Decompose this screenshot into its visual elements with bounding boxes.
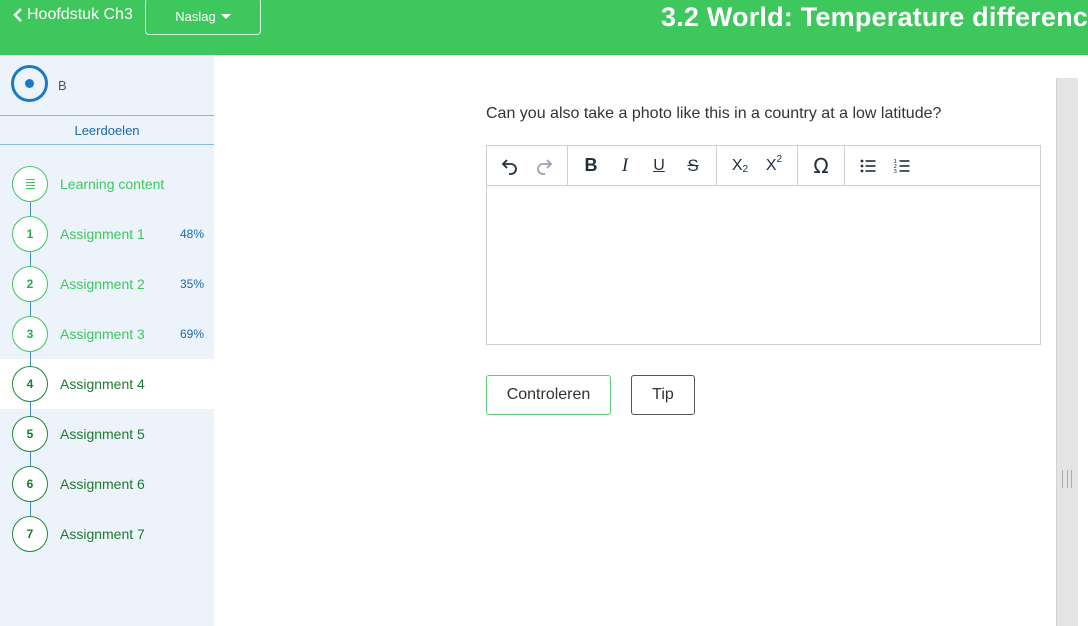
- superscript-button[interactable]: X2: [757, 150, 791, 182]
- naslag-dropdown-button[interactable]: Naslag: [145, 0, 261, 35]
- user-radio-icon: [11, 65, 48, 102]
- nav-label: Assignment 3: [60, 326, 145, 342]
- nav-label: Assignment 1: [60, 226, 145, 242]
- nav-item-assignment-5[interactable]: 5 Assignment 5: [0, 409, 214, 466]
- subscript-icon: X: [731, 156, 743, 174]
- check-answer-button[interactable]: Controleren: [486, 375, 611, 415]
- nav-badge: 2: [12, 266, 48, 302]
- nav-connector: [29, 452, 31, 466]
- nav-label: Assignment 7: [60, 526, 145, 542]
- nav-label: Assignment 6: [60, 476, 145, 492]
- numbered-list-icon: 1 2 3: [894, 159, 910, 175]
- superscript-icon: X: [765, 156, 777, 174]
- assignment-nav: Learning content 1 Assignment 1 48% 2 As…: [0, 159, 214, 559]
- nav-connector: [29, 302, 31, 316]
- superscript-suffix: 2: [776, 154, 783, 165]
- document-icon: [25, 177, 35, 191]
- nav-item-assignment-2[interactable]: 2 Assignment 2 35%: [0, 259, 214, 316]
- redo-icon: [537, 158, 553, 175]
- back-link-label: Hoofdstuk Ch3: [27, 6, 133, 23]
- list-group: 1 2 3: [845, 146, 925, 185]
- top-header: Hoofdstuk Ch3 Naslag 3.2 World: Temperat…: [0, 0, 1088, 55]
- nav-label: Assignment 5: [60, 426, 145, 442]
- italic-button[interactable]: I: [608, 150, 642, 182]
- nav-percent: 48%: [179, 227, 204, 241]
- format-group: B I U S: [568, 146, 717, 185]
- undo-icon: [501, 158, 517, 175]
- nav-item-assignment-6[interactable]: 6 Assignment 6: [0, 459, 214, 516]
- nav-badge: 5: [12, 416, 48, 452]
- leerdoelen-link[interactable]: Leerdoelen: [0, 115, 214, 145]
- numbered-list-button[interactable]: 1 2 3: [885, 150, 919, 182]
- nav-badge: 6: [12, 466, 48, 502]
- nav-label: Assignment 2: [60, 276, 145, 292]
- subscript-button[interactable]: X2: [723, 150, 757, 182]
- nav-percent: 69%: [179, 327, 204, 341]
- editor-toolbar: B I U S X2 X2 Ω 1 2 3: [487, 146, 1040, 186]
- nav-item-learning-content[interactable]: Learning content: [0, 159, 214, 216]
- side-panel-edge: [1078, 78, 1088, 626]
- bullet-list-button[interactable]: [851, 150, 885, 182]
- nav-item-assignment-4[interactable]: 4 Assignment 4: [0, 359, 214, 416]
- nav-connector: [29, 202, 31, 216]
- underline-button[interactable]: U: [642, 150, 676, 182]
- side-panel-collapsed: [1056, 78, 1088, 626]
- rich-text-editor: B I U S X2 X2 Ω 1 2 3: [486, 145, 1041, 345]
- strikethrough-button[interactable]: S: [676, 150, 710, 182]
- nav-badge: [12, 166, 48, 202]
- subscript-suffix: 2: [742, 164, 749, 175]
- sidebar: B Leerdoelen Learning content 1 Assignme…: [0, 55, 214, 626]
- nav-label: Learning content: [60, 176, 165, 192]
- bold-button[interactable]: B: [574, 150, 608, 182]
- nav-badge: 4: [12, 366, 48, 402]
- undo-button[interactable]: [493, 150, 527, 182]
- page-title: 3.2 World: Temperature differences: [661, 2, 1088, 32]
- nav-connector: [29, 252, 31, 266]
- nav-badge: 7: [12, 516, 48, 552]
- nav-percent: 35%: [179, 277, 204, 291]
- naslag-label: Naslag: [175, 9, 216, 24]
- bullet-list-icon: [860, 159, 876, 172]
- question-text: Can you also take a photo like this in a…: [486, 105, 942, 122]
- nav-item-assignment-3[interactable]: 3 Assignment 3 69%: [0, 309, 214, 366]
- caret-down-icon: [220, 14, 231, 19]
- special-char-group: Ω: [798, 146, 845, 185]
- user-row: B: [0, 55, 214, 115]
- nav-badge: 3: [12, 316, 48, 352]
- user-name: B: [58, 78, 67, 93]
- nav-badge: 1: [12, 216, 48, 252]
- tip-button[interactable]: Tip: [631, 375, 695, 415]
- chevron-left-icon: [13, 8, 22, 22]
- back-to-chapter-link[interactable]: Hoofdstuk Ch3: [12, 6, 133, 24]
- history-group: [487, 146, 568, 185]
- nav-item-assignment-7[interactable]: 7 Assignment 7: [0, 509, 214, 559]
- nav-label: Assignment 4: [60, 376, 145, 392]
- resize-grip-icon[interactable]: [1062, 470, 1072, 488]
- answer-text-area[interactable]: [487, 186, 1040, 344]
- special-character-button[interactable]: Ω: [804, 150, 838, 182]
- redo-button[interactable]: [527, 150, 561, 182]
- svg-text:3: 3: [894, 169, 898, 175]
- nav-connector: [29, 352, 31, 366]
- nav-item-assignment-1[interactable]: 1 Assignment 1 48%: [0, 209, 214, 266]
- nav-connector: [29, 402, 31, 416]
- nav-connector: [29, 502, 31, 516]
- script-group: X2 X2: [717, 146, 798, 185]
